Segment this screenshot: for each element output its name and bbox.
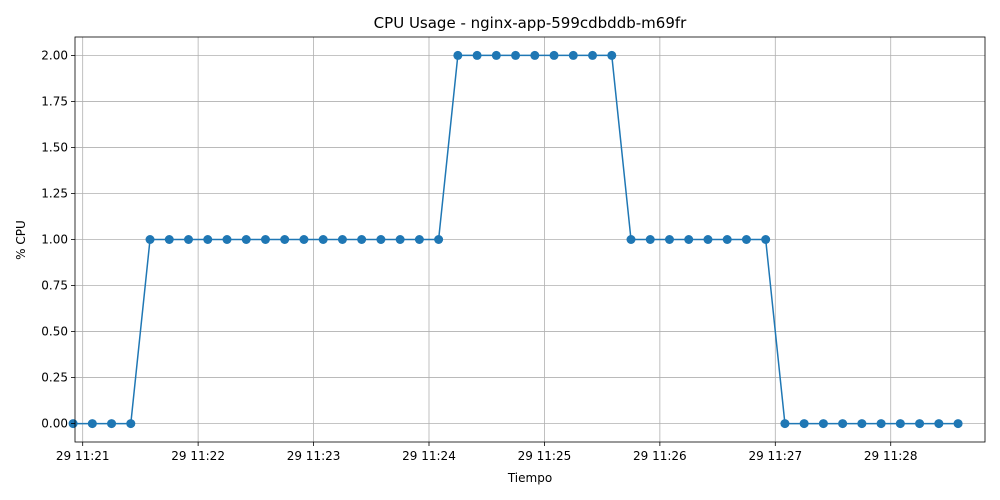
y-tick-label: 0.25 (41, 371, 68, 385)
data-point (280, 235, 290, 244)
data-point (453, 50, 463, 60)
data-point (915, 419, 925, 429)
data-point (645, 235, 655, 244)
data-point (934, 419, 944, 429)
data-point (260, 235, 270, 244)
x-tick-label: 29 11:21 (56, 449, 110, 463)
data-point (664, 235, 674, 244)
data-point (318, 235, 328, 244)
x-tick-label: 29 11:26 (633, 449, 687, 463)
data-point (684, 235, 694, 244)
x-tick-label: 29 11:23 (287, 449, 341, 463)
x-tick-label: 29 11:24 (402, 449, 456, 463)
data-point (857, 419, 867, 429)
data-point (222, 235, 232, 244)
data-point (299, 235, 309, 244)
data-point (107, 419, 117, 429)
x-tick-label: 29 11:25 (518, 449, 572, 463)
data-point (414, 235, 424, 244)
y-tick-label: 0.75 (41, 279, 68, 293)
data-point (703, 235, 713, 244)
y-tick-label: 1.75 (41, 94, 68, 108)
data-point (761, 235, 771, 244)
x-tick-label: 29 11:27 (748, 449, 802, 463)
data-point (126, 419, 136, 429)
data-point (87, 419, 97, 429)
data-point (953, 419, 963, 429)
x-tick-label: 29 11:22 (171, 449, 225, 463)
y-tick-label: 2.00 (41, 48, 68, 62)
data-point (337, 235, 347, 244)
x-axis-ticks: 29 11:21 29 11:22 29 11:23 29 11:24 29 11:25… (56, 442, 918, 463)
data-point (164, 235, 174, 244)
data-point (184, 235, 194, 244)
data-point (588, 50, 598, 60)
data-point (722, 235, 732, 244)
data-point (203, 235, 213, 244)
data-point (607, 50, 617, 60)
data-point (241, 235, 251, 244)
x-axis-label: Tiempo (507, 471, 552, 485)
y-tick-label: 1.50 (41, 140, 68, 154)
data-point (357, 235, 367, 244)
x-tick-label: 29 11:28 (864, 449, 918, 463)
y-tick-label: 1.25 (41, 186, 68, 200)
data-point (395, 235, 405, 244)
y-axis-ticks: 0.00 0.25 0.50 0.75 1.00 1.25 1.50 1.75 2.00 (41, 48, 75, 431)
y-tick-label: 1.00 (41, 233, 68, 247)
data-point (530, 50, 540, 60)
data-point (549, 50, 559, 60)
data-point (491, 50, 501, 60)
data-point (895, 419, 905, 429)
data-point (780, 419, 790, 429)
data-point (376, 235, 386, 244)
chart-title: CPU Usage - nginx-app-599cdbddb-m69fr (374, 14, 687, 32)
data-point (818, 419, 828, 429)
data-point (568, 50, 578, 60)
data-point (511, 50, 521, 60)
data-point (876, 419, 886, 429)
data-point (741, 235, 751, 244)
data-point (472, 50, 482, 60)
data-point (434, 235, 444, 244)
y-tick-label: 0.00 (41, 417, 68, 431)
y-axis-label: % CPU (14, 220, 28, 260)
data-point (799, 419, 809, 429)
y-tick-label: 0.50 (41, 325, 68, 339)
data-point (145, 235, 155, 244)
cpu-usage-chart: 29 11:21 29 11:22 29 11:23 29 11:24 29 11:25… (14, 14, 986, 485)
data-point (838, 419, 848, 429)
data-point (626, 235, 636, 244)
